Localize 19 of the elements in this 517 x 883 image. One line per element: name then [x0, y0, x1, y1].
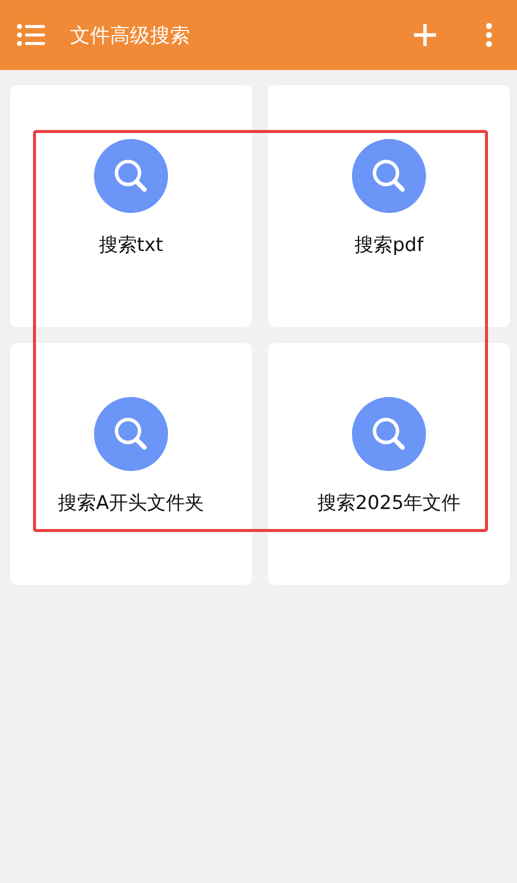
card-label: 搜索A开头文件夹	[58, 491, 204, 516]
card-label: 搜索txt	[98, 233, 164, 258]
search-icon	[352, 139, 426, 213]
search-card[interactable]: 搜索txt	[10, 85, 252, 327]
search-icon	[352, 397, 426, 471]
menu-icon	[17, 24, 45, 46]
search-card[interactable]: 搜索A开头文件夹	[10, 343, 252, 585]
add-button[interactable]	[413, 23, 437, 47]
card-label: 搜索pdf	[354, 233, 424, 258]
search-card[interactable]: 搜索pdf	[268, 85, 510, 327]
search-icon	[94, 139, 168, 213]
search-card[interactable]: 搜索2025年文件	[268, 343, 510, 585]
more-button[interactable]	[485, 23, 493, 47]
plus-icon	[413, 23, 437, 47]
search-icon	[94, 397, 168, 471]
more-icon	[485, 23, 493, 47]
app-title: 文件高级搜索	[70, 22, 191, 49]
card-label: 搜索2025年文件	[317, 491, 461, 516]
menu-button[interactable]	[17, 24, 45, 46]
